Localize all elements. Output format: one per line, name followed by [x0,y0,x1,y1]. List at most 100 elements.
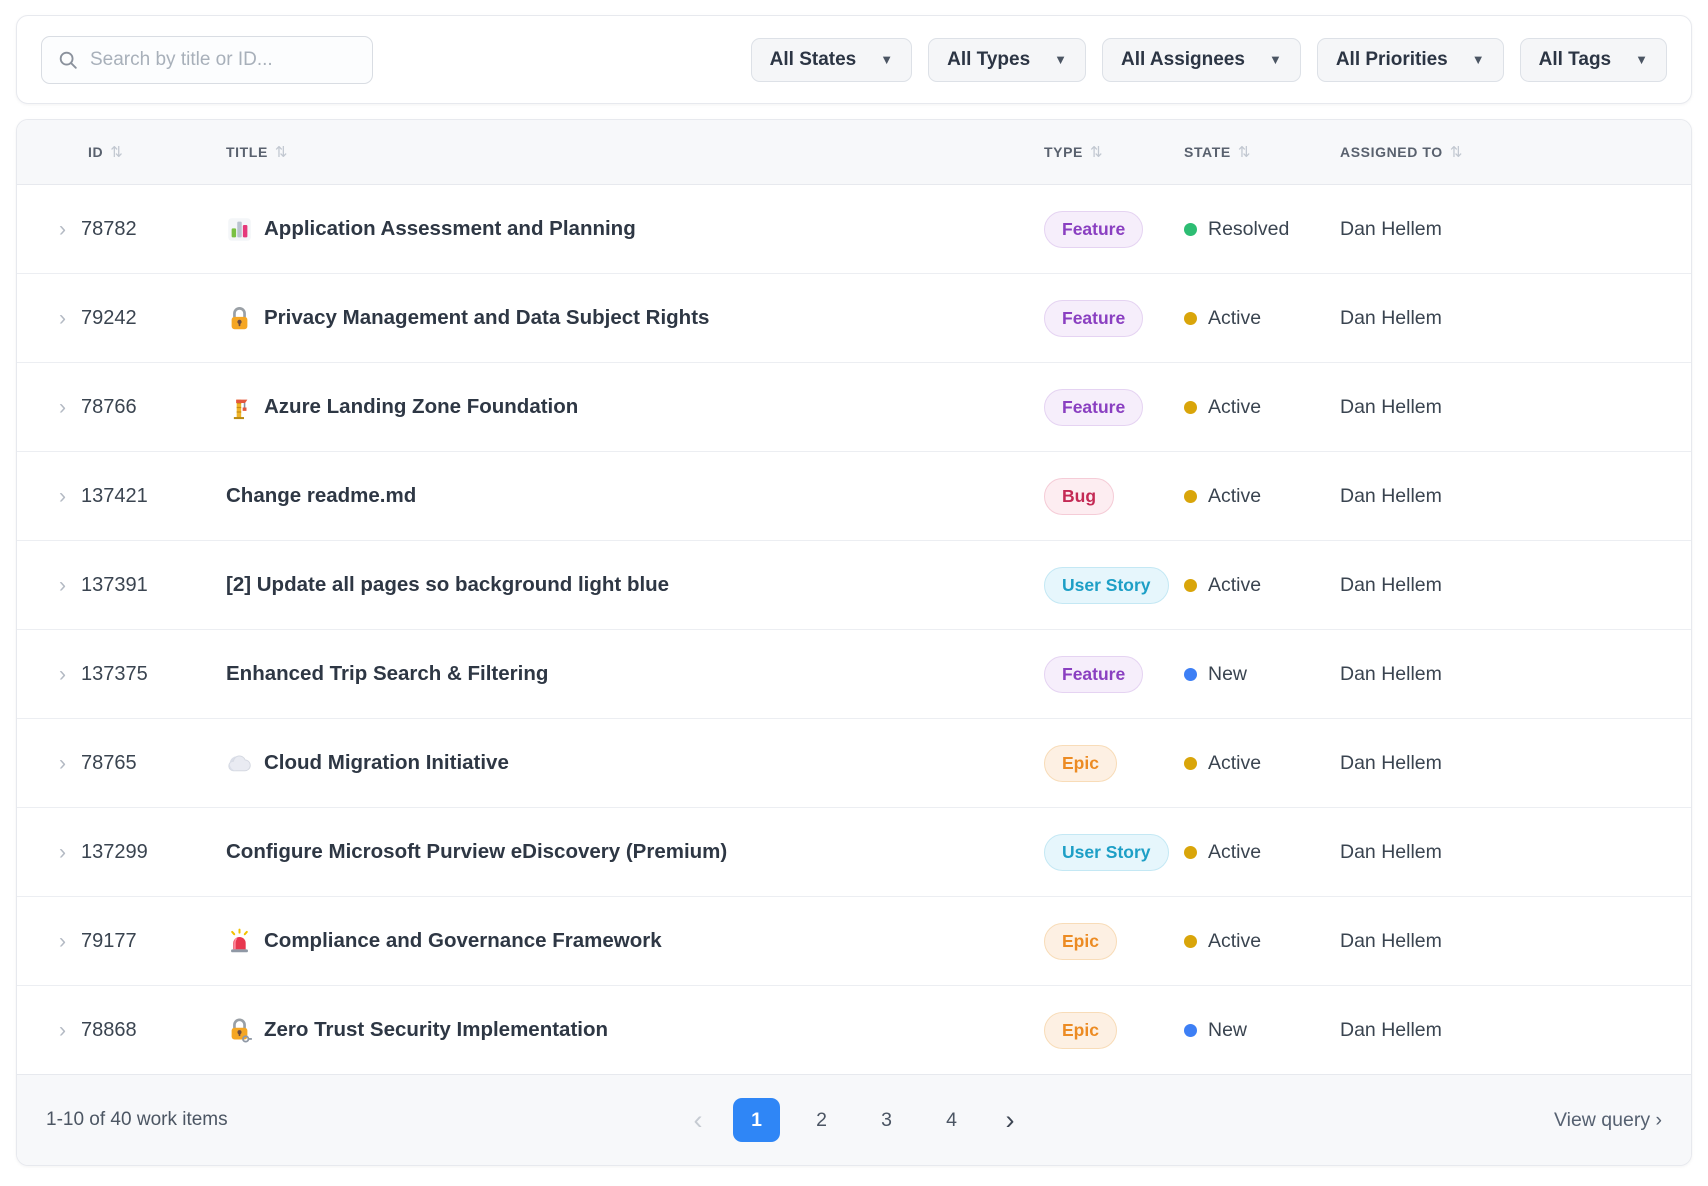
chevron-down-icon: ▼ [1269,53,1282,66]
title-cell: Change readme.md [226,484,1044,508]
work-item-title[interactable]: Compliance and Governance Framework [264,929,662,953]
work-item-id: 78765 [81,752,137,775]
type-badge: Feature [1044,656,1143,693]
expand-chevron-icon[interactable]: › [59,1020,66,1041]
assigned-to-cell: Dan Hellem [1340,574,1691,597]
page-button-1[interactable]: 1 [733,1098,780,1142]
table-row[interactable]: › 137375 Enhanced Trip Search & Filterin… [17,630,1691,719]
column-header-label: ID [88,144,103,160]
page-button-4[interactable]: 4 [928,1098,975,1142]
state-dot-icon [1184,668,1197,681]
sort-icon[interactable]: ⇅ [1238,143,1251,161]
view-query-link[interactable]: View query › [1554,1109,1662,1132]
assigned-to-cell: Dan Hellem [1340,663,1691,686]
id-cell: › 137421 [17,485,226,508]
state-label: Active [1208,307,1261,330]
previous-page-button[interactable]: ‹ [681,1098,715,1142]
work-item-title[interactable]: Azure Landing Zone Foundation [264,395,578,419]
type-cell: Bug [1044,478,1184,515]
assigned-to-cell: Dan Hellem [1340,930,1691,953]
work-item-title[interactable]: Zero Trust Security Implementation [264,1018,608,1042]
type-badge: Epic [1044,745,1117,782]
work-item-title[interactable]: Change readme.md [226,484,416,508]
expand-chevron-icon[interactable]: › [59,219,66,240]
filter-dropdown-button[interactable]: All States ▼ [751,38,912,82]
table-row[interactable]: › 79177 Compliance and Governance Framew… [17,897,1691,986]
pagination: ‹ 1234 › [681,1098,1027,1142]
work-item-id: 137421 [81,485,148,508]
dropdown-label: All Assignees [1121,49,1245,71]
search-box[interactable] [41,36,373,84]
page-buttons: 1234 [733,1098,975,1142]
state-dot-icon [1184,401,1197,414]
column-header-type[interactable]: TYPE ⇅ [1044,143,1184,161]
state-label: Active [1208,752,1261,775]
column-header-assigned-to[interactable]: ASSIGNED TO ⇅ [1340,143,1691,161]
work-item-title[interactable]: Cloud Migration Initiative [264,751,509,775]
type-cell: Feature [1044,656,1184,693]
filter-dropdown-button[interactable]: All Types ▼ [928,38,1086,82]
assignee-name: Dan Hellem [1340,574,1442,596]
work-item-title[interactable]: Application Assessment and Planning [264,217,636,241]
title-cell: Compliance and Governance Framework [226,928,1044,955]
expand-chevron-icon[interactable]: › [59,753,66,774]
column-header-title[interactable]: TITLE ⇅ [226,143,1044,161]
expand-chevron-icon[interactable]: › [59,308,66,329]
state-label: Active [1208,930,1261,953]
sort-icon[interactable]: ⇅ [1450,143,1463,161]
state-label: Resolved [1208,218,1289,241]
cloud-icon [226,750,253,777]
column-header-state[interactable]: STATE ⇅ [1184,143,1340,161]
expand-chevron-icon[interactable]: › [59,842,66,863]
state-label: New [1208,663,1247,686]
work-item-id: 78782 [81,218,137,241]
assignee-name: Dan Hellem [1340,485,1442,507]
work-item-title[interactable]: Configure Microsoft Purview eDiscovery (… [226,840,727,864]
work-item-title[interactable]: Privacy Management and Data Subject Righ… [264,306,709,330]
work-item-title[interactable]: [2] Update all pages so background light… [226,573,669,597]
assignee-name: Dan Hellem [1340,752,1442,774]
title-cell: Application Assessment and Planning [226,216,1044,243]
type-cell: Epic [1044,923,1184,960]
next-page-button[interactable]: › [993,1098,1027,1142]
sort-icon[interactable]: ⇅ [1090,143,1103,161]
work-item-title[interactable]: Enhanced Trip Search & Filtering [226,662,548,686]
expand-chevron-icon[interactable]: › [59,931,66,952]
table-row[interactable]: › 78766 Azure Landing Zone Foundation Fe… [17,363,1691,452]
table-row[interactable]: › 78765 Cloud Migration Initiative Epic … [17,719,1691,808]
page-button-2[interactable]: 2 [798,1098,845,1142]
page-button-3[interactable]: 3 [863,1098,910,1142]
expand-chevron-icon[interactable]: › [59,664,66,685]
sort-icon[interactable]: ⇅ [275,143,288,161]
filter-dropdown-button[interactable]: All Priorities ▼ [1317,38,1504,82]
expand-chevron-icon[interactable]: › [59,575,66,596]
title-cell: Configure Microsoft Purview eDiscovery (… [226,840,1044,864]
expand-chevron-icon[interactable]: › [59,397,66,418]
table-body: › 78782 Application Assessment and Plann… [17,185,1691,1075]
filter-dropdown-button[interactable]: All Tags ▼ [1520,38,1667,82]
state-dot-icon [1184,757,1197,770]
id-cell: › 79177 [17,930,226,953]
table-row[interactable]: › 137421 Change readme.md Bug Active Dan… [17,452,1691,541]
police-light-icon [226,928,253,955]
title-cell: Zero Trust Security Implementation [226,1017,1044,1044]
table-row[interactable]: › 79242 Privacy Management and Data Subj… [17,274,1691,363]
filter-bar: All States ▼ All Types ▼ All Assignees ▼… [16,15,1692,104]
title-cell: [2] Update all pages so background light… [226,573,1044,597]
state-dot-icon [1184,1024,1197,1037]
filter-dropdown-button[interactable]: All Assignees ▼ [1102,38,1301,82]
expand-chevron-icon[interactable]: › [59,486,66,507]
type-badge: Bug [1044,478,1114,515]
footer-right: View query › [1027,1109,1662,1132]
chevron-down-icon: ▼ [880,53,893,66]
assigned-to-cell: Dan Hellem [1340,307,1691,330]
table-row[interactable]: › 137391 [2] Update all pages so backgro… [17,541,1691,630]
table-row[interactable]: › 78868 Zero Trust Security Implementati… [17,986,1691,1075]
sort-icon[interactable]: ⇅ [110,143,123,161]
column-header-id[interactable]: ID ⇅ [17,143,226,161]
title-cell: Azure Landing Zone Foundation [226,394,1044,421]
dropdown-label: All Tags [1539,49,1612,71]
table-row[interactable]: › 137299 Configure Microsoft Purview eDi… [17,808,1691,897]
table-row[interactable]: › 78782 Application Assessment and Plann… [17,185,1691,274]
search-input[interactable] [90,49,357,71]
